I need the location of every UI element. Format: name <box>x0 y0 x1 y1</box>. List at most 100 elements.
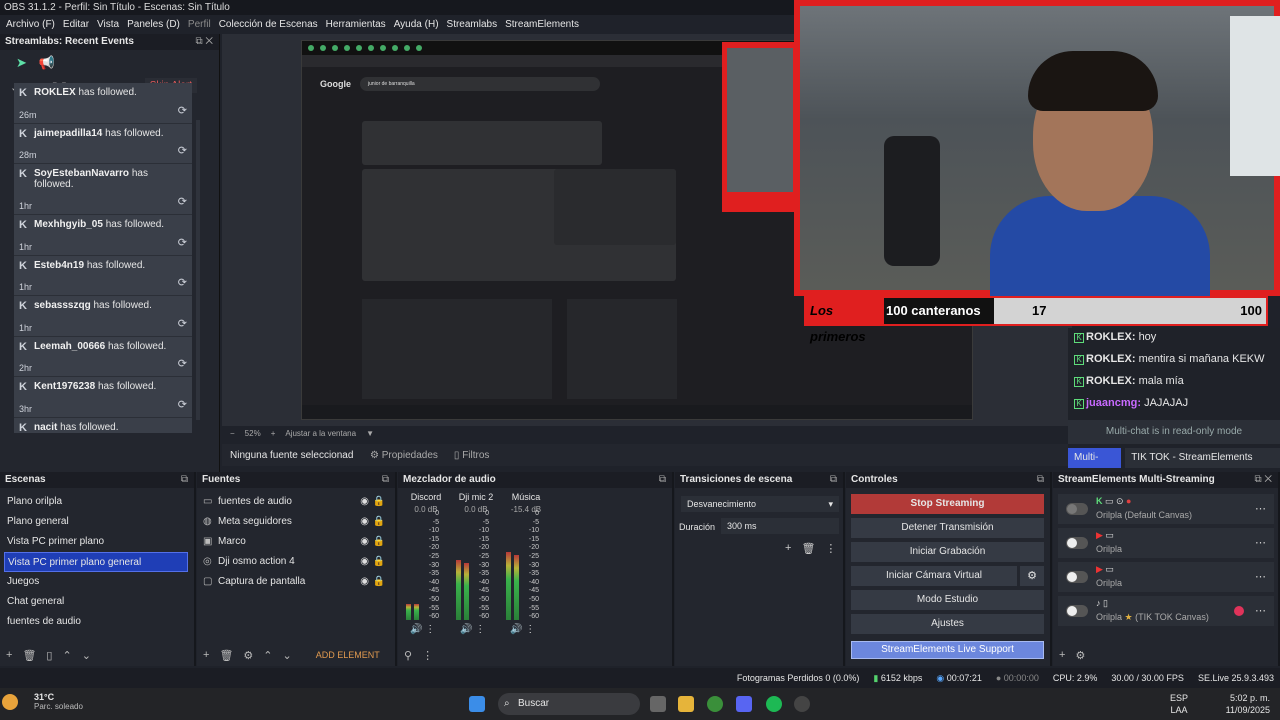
dock-float-close-icons[interactable]: ⧉ ✕ <box>195 34 213 50</box>
volume-meter[interactable]: 0 -5 -10 -15 -20 -25 -30 -35 -40 -45 -50 -55 -60 <box>406 510 446 620</box>
lock-icon[interactable]: 🔒 <box>373 512 385 532</box>
menu-streamlabs[interactable]: Streamlabs <box>443 19 502 30</box>
obs-icon[interactable] <box>794 696 810 712</box>
volume-meter[interactable]: 0 -5 -10 -15 -20 -25 -30 -35 -40 -45 -50 -55 -60 <box>506 510 546 620</box>
replay-icon[interactable]: ⟳ <box>178 398 187 411</box>
add-icon[interactable]: + <box>785 542 791 555</box>
task-view-icon[interactable] <box>650 696 666 712</box>
lock-icon[interactable]: 🔒 <box>373 552 385 572</box>
language-indicator[interactable]: ESP LAA <box>1170 692 1188 716</box>
more-icon[interactable]: ⋮ <box>525 624 535 635</box>
filters-button[interactable]: ▯ Filtros <box>446 450 498 461</box>
properties-button[interactable]: ⚙ Propiedades <box>362 450 446 461</box>
eye-icon[interactable]: ◉ <box>360 552 369 572</box>
lock-icon[interactable]: 🔒 <box>373 492 385 512</box>
gear-icon[interactable]: ⚙ <box>1075 649 1085 662</box>
tab-tiktok-canvas[interactable]: TIK TOK - StreamElements Canvas <box>1125 448 1280 483</box>
taskbar-search[interactable]: ⌕ Buscar <box>498 693 640 715</box>
dock-float-icon[interactable]: ⧉ <box>659 472 666 488</box>
more-icon[interactable]: ⋯ <box>1255 570 1266 583</box>
events-scrollbar[interactable] <box>196 120 200 420</box>
se-live-support-button[interactable]: StreamElements Live Support <box>851 641 1044 659</box>
link-icon[interactable]: ⚲ <box>404 649 412 662</box>
menu-help[interactable]: Ayuda (H) <box>390 19 443 30</box>
more-icon[interactable]: ⋯ <box>1255 536 1266 549</box>
menu-scene-collection[interactable]: Colección de Escenas <box>215 19 322 30</box>
stop-transmission-button[interactable]: Detener Transmisión <box>851 518 1044 538</box>
megaphone-icon[interactable]: 📢 <box>39 55 55 71</box>
more-icon[interactable]: ⋮ <box>825 542 836 555</box>
dock-float-icon[interactable]: ⧉ <box>181 472 188 488</box>
gear-icon[interactable]: ⚙ <box>243 649 253 662</box>
chevron-down-icon[interactable]: ⌄ <box>82 649 91 662</box>
start-virtual-camera-button[interactable]: Iniciar Cámara Virtual <box>851 566 1017 586</box>
volume-meter[interactable]: 0 -5 -10 -15 -20 -25 -30 -35 -40 -45 -50 -55 -60 <box>456 510 496 620</box>
more-icon[interactable]: ⋮ <box>425 624 435 635</box>
dock-float-icon[interactable]: ⧉ <box>830 472 837 488</box>
dock-float-icon[interactable]: ⧉ <box>1037 472 1044 488</box>
more-icon[interactable]: ⋮ <box>422 649 433 662</box>
scene-item[interactable]: Vista PC primer plano <box>0 532 194 552</box>
dock-float-icon[interactable]: ⧉ <box>382 472 389 488</box>
zoom-out-icon[interactable]: − <box>230 429 235 438</box>
menu-edit[interactable]: Editar <box>59 19 93 30</box>
spotify-icon[interactable] <box>766 696 782 712</box>
settings-button[interactable]: Ajustes <box>851 614 1044 634</box>
add-icon[interactable]: + <box>203 649 209 661</box>
weather-widget[interactable]: 31°C Parc. soleado <box>14 692 83 711</box>
stream-toggle[interactable] <box>1066 537 1088 549</box>
start-recording-button[interactable]: Iniciar Grabación <box>851 542 1044 562</box>
trash-icon[interactable]: 🗑 <box>219 649 233 662</box>
menu-docks[interactable]: Paneles (D) <box>123 19 184 30</box>
scene-item[interactable]: Plano orilpla <box>0 492 194 512</box>
chrome-icon[interactable] <box>707 696 723 712</box>
trash-icon[interactable]: 🗑 <box>22 649 36 662</box>
source-item[interactable]: ◍ Meta seguidores ◉ 🔒 <box>197 512 395 532</box>
stream-toggle[interactable] <box>1066 571 1088 583</box>
source-item[interactable]: ▢ Captura de pantalla ◉ 🔒 <box>197 572 395 592</box>
filter-icon[interactable]: ▯ <box>46 649 52 662</box>
scene-item[interactable]: Juegos <box>0 572 194 592</box>
replay-icon[interactable]: ⟳ <box>178 236 187 249</box>
windows-start-icon[interactable] <box>469 696 485 712</box>
replay-icon[interactable]: ⟳ <box>178 317 187 330</box>
more-icon[interactable]: ⋮ <box>475 624 485 635</box>
menu-file[interactable]: Archivo (F) <box>2 19 59 30</box>
send-icon[interactable]: ➤ <box>16 55 27 71</box>
lock-icon[interactable]: 🔒 <box>373 532 385 552</box>
stream-toggle[interactable] <box>1066 503 1088 515</box>
chevron-up-icon[interactable]: ⌃ <box>263 649 272 662</box>
zoom-in-icon[interactable]: + <box>271 429 276 438</box>
replay-icon[interactable]: ⟳ <box>178 276 187 289</box>
more-icon[interactable]: ⋯ <box>1255 502 1266 515</box>
dock-float-close-icons[interactable]: ⧉ ✕ <box>1254 472 1272 488</box>
replay-icon[interactable]: ⟳ <box>178 195 187 208</box>
volume-icon[interactable]: 🔊 <box>510 624 522 635</box>
lock-icon[interactable]: 🔒 <box>373 572 385 592</box>
zoom-dropdown-icon[interactable]: ▼ <box>366 429 374 438</box>
stop-streaming-button[interactable]: Stop Streaming <box>851 494 1044 514</box>
source-item[interactable]: ▣ Marco ◉ 🔒 <box>197 532 395 552</box>
eye-icon[interactable]: ◉ <box>360 492 369 512</box>
tab-multi-chat[interactable]: Multi-Chat <box>1068 448 1122 483</box>
transition-select[interactable]: Desvanecimiento ▾ <box>681 496 839 512</box>
chevron-up-icon[interactable]: ⌃ <box>62 649 71 662</box>
discord-icon[interactable] <box>736 696 752 712</box>
add-element-button[interactable]: ADD ELEMENT <box>316 650 380 660</box>
volume-icon[interactable]: 🔊 <box>460 624 472 635</box>
taskbar-clock[interactable]: 5:02 p. m. 11/09/2025 <box>1226 692 1270 716</box>
menu-tools[interactable]: Herramientas <box>322 19 390 30</box>
add-icon[interactable]: + <box>6 649 12 661</box>
scene-item[interactable]: fuentes de audio <box>0 612 194 632</box>
add-icon[interactable]: + <box>1059 649 1065 661</box>
scene-item[interactable]: Plano general <box>0 512 194 532</box>
menu-view[interactable]: Vista <box>93 19 123 30</box>
menu-streamelements[interactable]: StreamElements <box>501 19 583 30</box>
fit-window-label[interactable]: Ajustar a la ventana <box>285 429 356 438</box>
replay-icon[interactable]: ⟳ <box>178 357 187 370</box>
eye-icon[interactable]: ◉ <box>360 572 369 592</box>
eye-icon[interactable]: ◉ <box>360 532 369 552</box>
duration-input[interactable]: 300 ms <box>721 518 839 534</box>
stream-toggle[interactable] <box>1066 605 1088 617</box>
eye-icon[interactable]: ◉ <box>360 512 369 532</box>
